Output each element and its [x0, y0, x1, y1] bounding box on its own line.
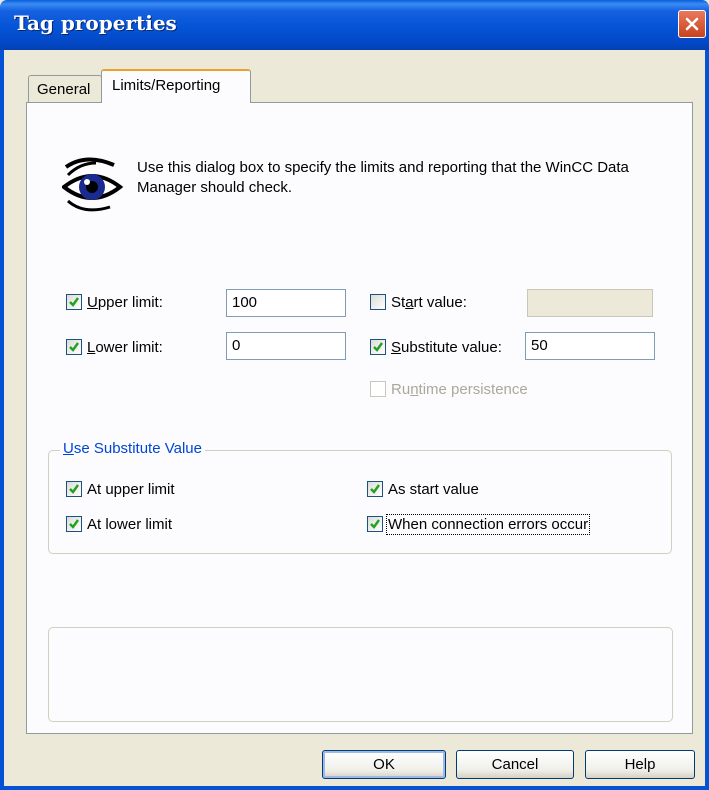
checkmark-icon: [69, 342, 79, 352]
when-connection-errors-checkbox[interactable]: [367, 516, 383, 532]
start-value-input[interactable]: [527, 289, 653, 317]
upper-limit-checkbox[interactable]: [66, 294, 82, 310]
window-frame-bottom: [0, 786, 709, 790]
checkmark-icon: [373, 342, 383, 352]
as-start-value-label: As start value: [388, 481, 479, 498]
tab-general-label: General: [37, 81, 91, 98]
window-title: Tag properties: [14, 11, 177, 35]
at-upper-limit-checkbox[interactable]: [66, 481, 82, 497]
lower-limit-label: Lower limit:: [87, 339, 163, 356]
substitute-value-label: Substitute value:: [391, 339, 502, 356]
title-bar[interactable]: Tag properties: [0, 0, 709, 50]
lower-limit-checkbox[interactable]: [66, 339, 82, 355]
upper-limit-input[interactable]: 100: [226, 289, 346, 317]
checkmark-icon: [69, 519, 79, 529]
cancel-button[interactable]: Cancel: [456, 750, 574, 779]
info-message-area: [48, 627, 673, 722]
window-frame-left: [0, 50, 4, 790]
at-lower-limit-checkbox[interactable]: [66, 516, 82, 532]
tag-properties-dialog: Tag properties General Limits/Reporting …: [0, 0, 709, 790]
at-lower-limit-label: At lower limit: [87, 516, 173, 533]
ok-button[interactable]: OK: [322, 750, 446, 779]
eye-icon: [62, 157, 124, 212]
window-frame-right: [705, 50, 709, 790]
help-button[interactable]: Help: [585, 750, 695, 779]
start-value-label: Start value:: [391, 294, 467, 311]
runtime-persistence-checkbox[interactable]: [370, 381, 386, 397]
lower-limit-input[interactable]: 0: [226, 332, 346, 360]
substitute-value-input[interactable]: 50: [525, 332, 655, 360]
tab-limits-reporting-label: Limits/Reporting: [112, 77, 221, 94]
upper-limit-label: Upper limit:: [87, 294, 163, 311]
close-button[interactable]: [678, 10, 706, 38]
checkmark-icon: [69, 297, 79, 307]
checkmark-icon: [370, 519, 380, 529]
tab-general[interactable]: General: [28, 75, 102, 102]
use-substitute-value-group: [48, 450, 672, 554]
checkmark-icon: [69, 484, 79, 494]
start-value-checkbox[interactable]: [370, 294, 386, 310]
checkmark-icon: [370, 484, 380, 494]
description-text: Use this dialog box to specify the limit…: [137, 159, 629, 196]
when-connection-errors-label: When connection errors occur: [385, 514, 591, 535]
substitute-value-checkbox[interactable]: [370, 339, 386, 355]
runtime-persistence-label: Runtime persistence: [391, 381, 528, 398]
tab-limits-reporting[interactable]: Limits/Reporting: [101, 69, 251, 103]
use-substitute-value-title: Use Substitute Value: [60, 440, 205, 457]
close-icon: [685, 17, 699, 31]
at-upper-limit-label: At upper limit: [87, 481, 175, 498]
as-start-value-checkbox[interactable]: [367, 481, 383, 497]
